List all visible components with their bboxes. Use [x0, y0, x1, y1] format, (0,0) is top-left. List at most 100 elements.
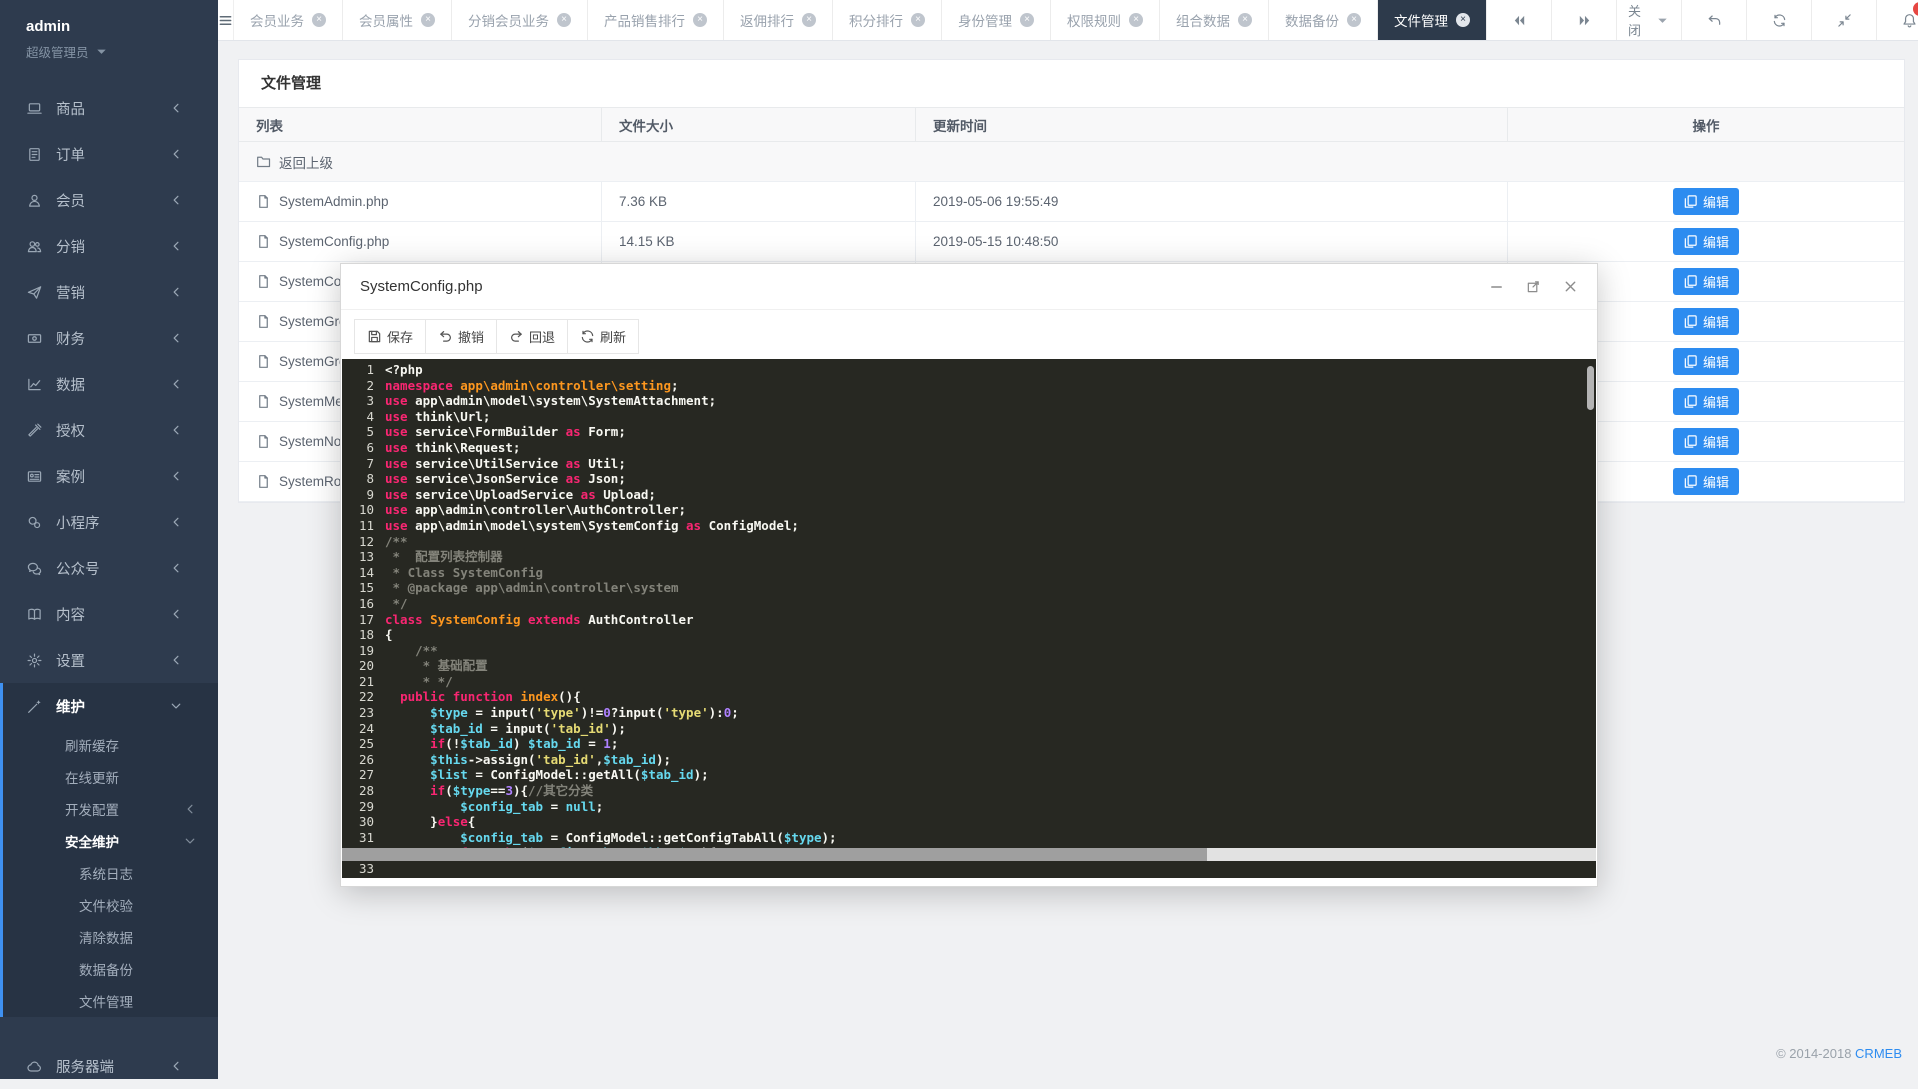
code-editor[interactable]: 1<?php2namespace app\admin\controller\se…: [342, 359, 1596, 878]
sidebar-toggle-button[interactable]: [218, 0, 234, 40]
edit-file-icon: [1683, 274, 1698, 289]
edit-button[interactable]: 编辑: [1673, 428, 1739, 455]
tab-product-sales-rank[interactable]: 产品销售排行×: [588, 0, 724, 40]
horizontal-scrollbar[interactable]: [342, 848, 1596, 861]
tab-combined-data[interactable]: 组合数据×: [1160, 0, 1269, 40]
edit-file-icon: [1683, 354, 1698, 369]
chevron-left-icon: [183, 802, 198, 817]
sidebar-item-label: 设置: [56, 650, 168, 671]
sidebar-subitem-security-maintain[interactable]: 安全维护: [3, 825, 218, 857]
sidebar-item-miniprogram[interactable]: 小程序: [0, 499, 218, 545]
tab-close-icon[interactable]: ×: [557, 13, 571, 27]
up-link[interactable]: 返回上级: [256, 152, 1887, 172]
tab-member-attr[interactable]: 会员属性×: [343, 0, 452, 40]
sidebar-subitem-clear-data[interactable]: 清除数据: [3, 921, 218, 953]
sidebar-item-server[interactable]: 服务器端: [0, 1043, 218, 1089]
gavel-icon: [26, 423, 43, 438]
tab-close-icon[interactable]: ×: [802, 13, 816, 27]
sidebar-item-distribution[interactable]: 分销: [0, 223, 218, 269]
edit-file-icon: [1683, 474, 1698, 489]
edit-button-label: 编辑: [1703, 192, 1729, 211]
sidebar-item-official-account[interactable]: 公众号: [0, 545, 218, 591]
tab-close-icon[interactable]: ×: [1238, 13, 1252, 27]
topbar-compress-button[interactable]: [1811, 0, 1876, 40]
sidebar-item-marketing[interactable]: 营销: [0, 269, 218, 315]
sidebar-subitem-data-backup[interactable]: 数据备份: [3, 953, 218, 985]
tab-close-icon[interactable]: ×: [911, 13, 925, 27]
tab-close-icon[interactable]: ×: [693, 13, 707, 27]
topbar-scroll-tabs-right-button[interactable]: [1551, 0, 1616, 40]
code-text: $config_tab = null;: [385, 799, 603, 815]
tab-points-rank[interactable]: 积分排行×: [833, 0, 942, 40]
topbar-notifications-button[interactable]: 772: [1876, 0, 1918, 40]
sidebar-subitem-online-update[interactable]: 在线更新: [3, 761, 218, 793]
chevron-left-icon: [168, 1059, 185, 1074]
topbar-close-menu-button[interactable]: 关闭: [1616, 0, 1681, 40]
user-role-dropdown[interactable]: 超级管理员: [26, 42, 218, 61]
sidebar-item-finance[interactable]: 财务: [0, 315, 218, 361]
tab-permission-rules[interactable]: 权限规则×: [1051, 0, 1160, 40]
topbar-scroll-tabs-left-button[interactable]: [1486, 0, 1551, 40]
horizontal-scrollbar-thumb[interactable]: [342, 848, 1207, 861]
edit-button[interactable]: 编辑: [1673, 188, 1739, 215]
code-text: use think\Url;: [385, 409, 490, 425]
minimize-icon[interactable]: [1489, 279, 1504, 294]
sidebar-item-member[interactable]: 会员: [0, 177, 218, 223]
sidebar-item-goods[interactable]: 商品: [0, 85, 218, 131]
tab-close-icon[interactable]: ×: [1347, 13, 1361, 27]
code-line: 7use service\UtilService as Util;: [342, 456, 1596, 472]
close-icon[interactable]: [1563, 279, 1578, 294]
tab-close-icon[interactable]: ×: [1020, 13, 1034, 27]
sidebar-item-data[interactable]: 数据: [0, 361, 218, 407]
tab-distribution-member[interactable]: 分销会员业务×: [452, 0, 588, 40]
line-number: 2: [342, 378, 374, 394]
maximize-icon[interactable]: [1526, 279, 1541, 294]
modal-redo-button[interactable]: 回退: [496, 319, 568, 354]
sidebar-subitem-dev-config[interactable]: 开发配置: [3, 793, 218, 825]
topbar-back-button[interactable]: [1681, 0, 1746, 40]
column-header: 更新时间: [916, 108, 1508, 142]
tab-close-icon[interactable]: ×: [421, 13, 435, 27]
edit-button[interactable]: 编辑: [1673, 228, 1739, 255]
sidebar-item-content[interactable]: 内容: [0, 591, 218, 637]
code-line: 24 $tab_id = input('tab_id');: [342, 721, 1596, 737]
tab-close-icon[interactable]: ×: [1456, 13, 1470, 27]
code-text: * @package app\admin\controller\system: [385, 580, 679, 596]
tab-member-business[interactable]: 会员业务×: [234, 0, 343, 40]
edit-button[interactable]: 编辑: [1673, 468, 1739, 495]
sidebar-item-authorization[interactable]: 授权: [0, 407, 218, 453]
column-header: 列表: [239, 108, 602, 142]
modal-refresh-button[interactable]: 刷新: [567, 319, 639, 354]
edit-button[interactable]: 编辑: [1673, 268, 1739, 295]
tab-close-icon[interactable]: ×: [1129, 13, 1143, 27]
edit-button[interactable]: 编辑: [1673, 388, 1739, 415]
edit-button[interactable]: 编辑: [1673, 348, 1739, 375]
sidebar-subitem-refresh-cache[interactable]: 刷新缓存: [3, 729, 218, 761]
code-line: 14 * Class SystemConfig: [342, 565, 1596, 581]
tab-close-icon[interactable]: ×: [312, 13, 326, 27]
brand-link[interactable]: CRMEB: [1855, 1046, 1902, 1061]
sidebar-item-maintain[interactable]: 维护: [3, 683, 218, 729]
sidebar-item-settings[interactable]: 设置: [0, 637, 218, 683]
code-line: 25 if(!$tab_id) $tab_id = 1;: [342, 736, 1596, 752]
table-row-up[interactable]: 返回上级: [239, 142, 1904, 182]
sidebar-item-order[interactable]: 订单: [0, 131, 218, 177]
modal-save-button[interactable]: 保存: [354, 319, 426, 354]
sidebar-subitem-file-manage[interactable]: 文件管理: [3, 985, 218, 1017]
line-number: 1: [342, 362, 374, 378]
tab-identity-manage[interactable]: 身份管理×: [942, 0, 1051, 40]
topbar-refresh-button[interactable]: [1746, 0, 1811, 40]
tab-data-backup[interactable]: 数据备份×: [1269, 0, 1378, 40]
sidebar-subitem-label: 文件校验: [79, 895, 198, 915]
sidebar-subitem-system-log[interactable]: 系统日志: [3, 857, 218, 889]
sidebar-item-case[interactable]: 案例: [0, 453, 218, 499]
tab-rebate-rank[interactable]: 返佣排行×: [724, 0, 833, 40]
vertical-scrollbar-thumb[interactable]: [1587, 366, 1594, 410]
tab-file-manage[interactable]: 文件管理×: [1378, 0, 1486, 40]
sidebar-item-label: 公众号: [56, 558, 168, 579]
sidebar-subitem-file-check[interactable]: 文件校验: [3, 889, 218, 921]
edit-button[interactable]: 编辑: [1673, 308, 1739, 335]
sidebar-item-label: 内容: [56, 604, 168, 625]
code-text: use service\FormBuilder as Form;: [385, 424, 626, 440]
modal-undo-button[interactable]: 撤销: [425, 319, 497, 354]
